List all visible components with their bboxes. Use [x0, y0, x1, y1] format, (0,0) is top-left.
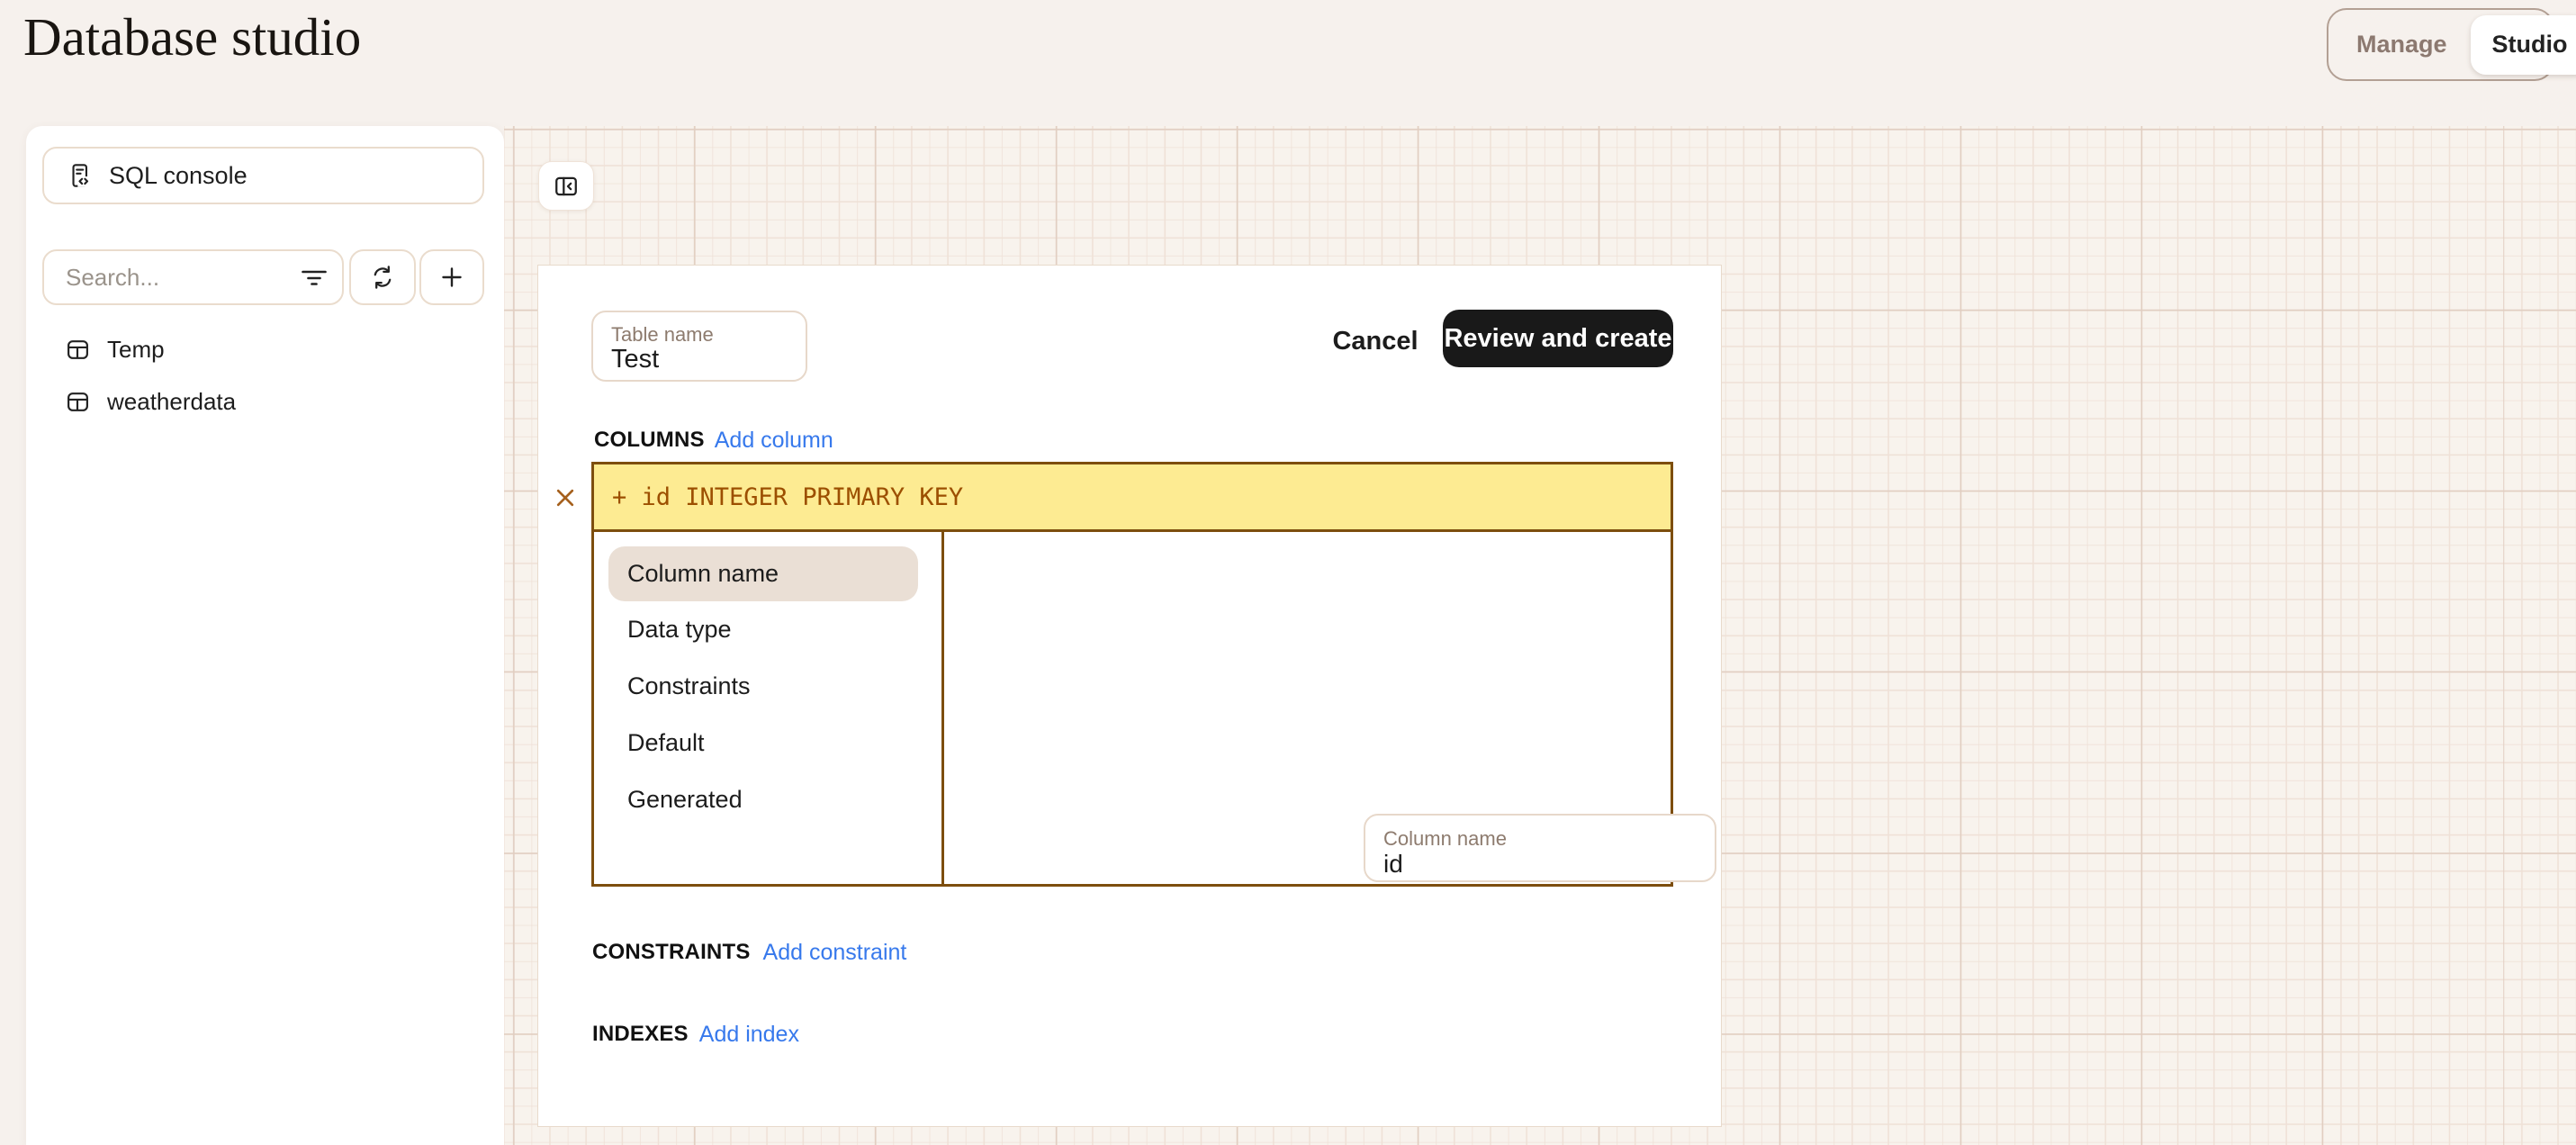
close-icon [556, 489, 574, 507]
column-editor-menu-item-label: Generated [627, 786, 743, 814]
view-toggle-option-label: Studio [2492, 31, 2568, 59]
view-toggle-option-label: Manage [2356, 31, 2447, 59]
sidebar-table-item[interactable]: Temp [26, 328, 504, 371]
indexes-heading: INDEXES [592, 1022, 689, 1047]
column-name-input[interactable] [1383, 850, 1697, 879]
column-editor-menu-item[interactable]: Data type [594, 601, 941, 658]
table-name: weatherdata [107, 388, 236, 416]
database-studio-app: Database studio Manage Studio SQL consol… [0, 0, 2576, 1145]
sql-console-button[interactable]: SQL console [42, 147, 484, 204]
collapse-sidebar-button[interactable] [538, 161, 594, 211]
table-name-field-label: Table name [611, 323, 714, 347]
add-index-link[interactable]: Add index [699, 1022, 799, 1048]
table-name-field: Table name [591, 311, 807, 382]
search-box [42, 249, 344, 305]
column-editor-menu-item-label: Data type [627, 616, 732, 644]
column-editor-menu-item[interactable]: Default [594, 715, 941, 771]
table-icon [66, 390, 90, 414]
column-editor-menu-item-label: Default [627, 729, 705, 757]
grid-canvas: Table name Cancel Review and create COLU… [504, 126, 2576, 1145]
table-list: Temp weatherdata [26, 328, 504, 432]
filter-icon[interactable] [301, 264, 328, 291]
cancel-button[interactable]: Cancel [1321, 323, 1429, 359]
columns-section-header: COLUMNS Add column [594, 427, 833, 454]
column-definition-row[interactable]: + id INTEGER PRIMARY KEY [591, 462, 1673, 532]
view-toggle-option[interactable]: Manage [2333, 15, 2471, 75]
column-editor-menu-item[interactable]: Column name [608, 546, 918, 601]
column-editor: Column name Data type Constraints Defaul… [591, 532, 1673, 887]
columns-heading: COLUMNS [594, 428, 705, 453]
sql-file-icon [66, 161, 95, 190]
review-and-create-button[interactable]: Review and create [1443, 310, 1673, 367]
refresh-tables-button[interactable] [349, 249, 416, 305]
sql-console-label: SQL console [109, 162, 248, 190]
refresh-icon [369, 264, 396, 291]
add-column-link[interactable]: Add column [715, 428, 833, 454]
column-editor-menu-item-label: Column name [627, 560, 779, 588]
sidebar-table-item[interactable]: weatherdata [26, 380, 504, 423]
search-input[interactable] [66, 264, 301, 292]
add-table-button[interactable] [419, 249, 484, 305]
create-table-card: Table name Cancel Review and create COLU… [537, 265, 1722, 1127]
column-name-field-label: Column name [1383, 827, 1507, 851]
sidebar: SQL console [26, 126, 504, 1145]
remove-column-button[interactable] [554, 487, 576, 509]
column-editor-menu-item[interactable]: Constraints [594, 658, 941, 715]
column-editor-menu: Column name Data type Constraints Defaul… [594, 532, 944, 884]
column-name-field: Column name [1364, 814, 1716, 882]
add-constraint-link[interactable]: Add constraint [763, 940, 907, 966]
view-toggle-option[interactable]: Studio [2471, 15, 2576, 75]
page-title: Database studio [23, 2, 361, 72]
plus-icon [438, 264, 465, 291]
constraints-section-header: CONSTRAINTS Add constraint [592, 939, 906, 966]
column-editor-menu-item[interactable]: Generated [594, 771, 941, 828]
column-editor-detail: Column name [944, 532, 1671, 884]
table-name-input[interactable] [611, 345, 788, 374]
table-name: Temp [107, 336, 165, 364]
indexes-section-header: INDEXES Add index [592, 1021, 799, 1048]
constraints-heading: CONSTRAINTS [592, 940, 751, 965]
column-editor-menu-item-label: Constraints [627, 672, 751, 700]
view-toggle: Manage Studio [2327, 8, 2554, 81]
table-icon [66, 338, 90, 362]
collapse-panel-icon [554, 174, 579, 199]
